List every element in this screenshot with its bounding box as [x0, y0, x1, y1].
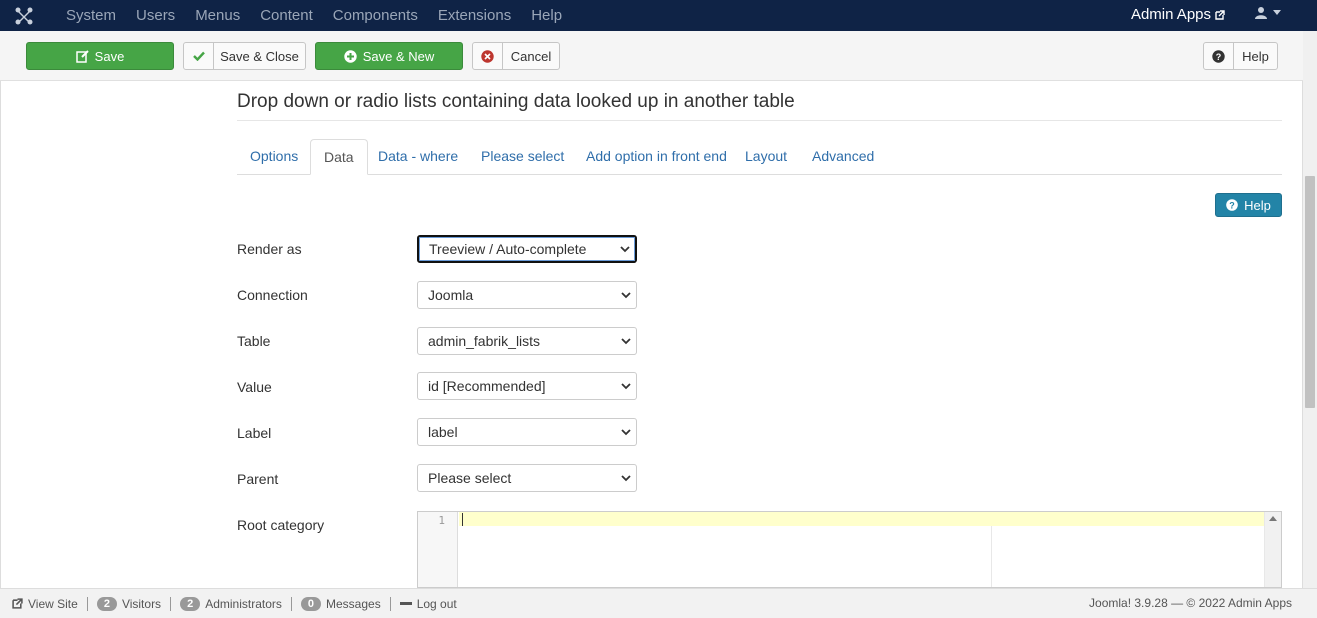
view-site-link[interactable]: View Site [0, 597, 87, 611]
menu-help[interactable]: Help [531, 7, 562, 24]
svg-text:?: ? [1216, 52, 1222, 62]
tab-please-select[interactable]: Please select [468, 139, 577, 175]
save-new-button[interactable]: Save & New [315, 42, 463, 70]
editor-active-line [459, 512, 1265, 526]
minus-icon [399, 601, 412, 605]
save-close-label: Save & Close [220, 48, 299, 64]
page-title: Drop down or radio lists containing data… [237, 91, 795, 112]
parent-value: Please select [428, 470, 512, 486]
caret-down-icon [1273, 10, 1281, 15]
editor-scrollbar[interactable] [1264, 512, 1281, 587]
messages-label: Messages [326, 596, 381, 611]
section-help-label: Help [1244, 197, 1271, 213]
root-category-label: Root category [237, 517, 325, 533]
help-label: Help [1242, 48, 1269, 64]
tab-layout[interactable]: Layout [732, 139, 800, 175]
menu-menus[interactable]: Menus [195, 7, 240, 24]
external-link-icon [1215, 9, 1225, 20]
title-divider [237, 120, 1282, 121]
save-label: Save [94, 48, 125, 64]
root-category-code-editor[interactable]: 1 [417, 511, 1282, 588]
administrators-link[interactable]: 2 Administrators [171, 596, 291, 611]
administrators-label: Administrators [205, 596, 282, 611]
user-icon [1255, 7, 1267, 19]
messages-badge: 0 [300, 596, 321, 611]
content-left-border [0, 81, 1, 588]
edit-icon [75, 49, 89, 63]
joomla-logo-icon[interactable] [0, 0, 48, 31]
external-link-icon [12, 598, 23, 609]
parent-select[interactable]: Please select [417, 464, 637, 492]
menu-extensions[interactable]: Extensions [438, 7, 511, 24]
save-button[interactable]: Save [26, 42, 174, 70]
messages-link[interactable]: 0 Messages [292, 596, 390, 611]
view-site-label: View Site [28, 596, 78, 611]
editor-cursor [462, 513, 463, 526]
help-button[interactable]: ? Help [1203, 42, 1278, 70]
save-new-label: Save & New [362, 48, 435, 64]
chevron-down-icon [621, 475, 631, 482]
chevron-down-icon [621, 292, 631, 299]
menu-users[interactable]: Users [136, 7, 175, 24]
table-label: Table [237, 333, 271, 349]
connection-value: Joomla [428, 287, 474, 303]
plus-circle-icon [344, 49, 357, 63]
label-field-label: Label [237, 425, 272, 441]
chevron-down-icon [621, 338, 631, 345]
scroll-up-arrow-icon[interactable] [1269, 516, 1277, 521]
cancel-icon [473, 43, 503, 69]
value-select[interactable]: id [Recommended] [417, 372, 637, 400]
visitors-link[interactable]: 2 Visitors [88, 596, 170, 611]
logout-link[interactable]: Log out [391, 597, 466, 611]
tab-add-option-front-end[interactable]: Add option in front end [573, 139, 740, 175]
line-number: 1 [438, 514, 445, 527]
menu-content[interactable]: Content [260, 7, 313, 24]
tab-data-where[interactable]: Data - where [365, 139, 471, 175]
question-icon: ? [1226, 199, 1238, 211]
save-close-button[interactable]: Save & Close [183, 42, 306, 70]
chevron-down-icon [621, 383, 631, 390]
label-value: label [428, 424, 458, 440]
connection-select[interactable]: Joomla [417, 281, 637, 309]
toolbar: Save Save & Close Save & New Cancel ? He… [0, 31, 1303, 81]
visitors-label: Visitors [121, 596, 162, 611]
value-value: id [Recommended] [428, 378, 546, 394]
status-bar: View Site 2 Visitors 2 Administrators 0 … [0, 588, 1317, 618]
site-name: Admin Apps [1130, 6, 1211, 23]
chevron-down-icon [620, 246, 630, 253]
visitors-badge: 2 [96, 596, 117, 611]
menu-components[interactable]: Components [333, 7, 418, 24]
render-as-label: Render as [237, 241, 302, 257]
section-help-button[interactable]: ? Help [1215, 193, 1282, 217]
editor-gutter: 1 [418, 512, 458, 587]
connection-label: Connection [237, 287, 308, 303]
page-scrollbar-thumb[interactable] [1305, 176, 1315, 408]
menu-system[interactable]: System [66, 7, 116, 24]
check-icon [184, 43, 214, 69]
logout-label: Log out [416, 596, 457, 611]
top-navbar: System Users Menus Content Components Ex… [0, 0, 1317, 31]
parent-label: Parent [237, 471, 279, 487]
chevron-down-icon [621, 429, 631, 436]
table-value: admin_fabrik_lists [428, 333, 541, 349]
cancel-label: Cancel [510, 48, 552, 64]
tab-data[interactable]: Data [310, 139, 368, 175]
tab-options[interactable]: Options [237, 139, 311, 175]
administrators-badge: 2 [180, 596, 201, 611]
editor-print-margin [991, 526, 992, 587]
render-as-select[interactable]: Treeview / Auto-complete [417, 235, 637, 263]
label-select[interactable]: label [417, 418, 637, 446]
tab-bar: Options Data Data - where Please select … [237, 139, 1282, 175]
tab-advanced[interactable]: Advanced [799, 139, 887, 175]
question-icon: ? [1204, 43, 1234, 69]
cancel-button[interactable]: Cancel [472, 42, 560, 70]
user-menu[interactable] [1255, 6, 1281, 19]
render-as-value: Treeview / Auto-complete [429, 241, 587, 257]
table-select[interactable]: admin_fabrik_lists [417, 327, 637, 355]
value-label: Value [237, 379, 272, 395]
copyright-text: Joomla! 3.9.28 — © 2022 Admin Apps [1089, 596, 1292, 610]
site-link[interactable]: Admin Apps [1131, 6, 1225, 23]
page-scrollbar[interactable] [1303, 31, 1317, 588]
svg-text:?: ? [1229, 200, 1235, 210]
